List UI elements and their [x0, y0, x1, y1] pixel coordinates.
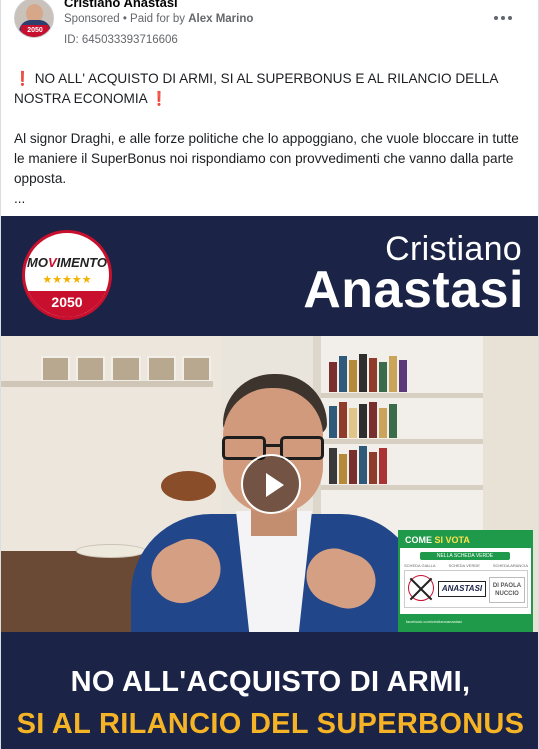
slogan-line-1: NO ALL'ACQUISTO DI ARMI,: [70, 666, 471, 698]
more-horizontal-icon[interactable]: [494, 14, 514, 22]
vote-card-candidate-2: DI PAOLA NUCCIO: [489, 577, 525, 603]
vote-card-candidate: ANASTASI: [438, 581, 486, 597]
exclamation-icon: ❗: [14, 71, 31, 86]
how-to-vote-card: COME SI VOTA NELLA SCHEDA VERDE SCHEDA G…: [398, 530, 533, 632]
crossed-logo-icon: [408, 575, 434, 601]
logo-stars-icon: ★★★★★: [42, 274, 92, 286]
ad-card: 2050 Cristiano Anastasi Sponsored • Paid…: [0, 0, 539, 749]
body-paragraph: Al signor Draghi, e alle forze politiche…: [14, 131, 519, 186]
post-text: ❗ NO ALL' ACQUISTO DI ARMI, SI AL SUPERB…: [14, 69, 520, 209]
headline-paragraph: ❗ NO ALL' ACQUISTO DI ARMI, SI AL SUPERB…: [14, 69, 520, 109]
page-name[interactable]: Cristiano Anastasi: [64, 0, 178, 10]
plate: [76, 544, 146, 558]
dried-plant: [161, 471, 216, 501]
ad-media[interactable]: MOVIMENTO ★★★★★ 2050 Cristiano Anastasi: [1, 216, 538, 749]
paid-for-prefix: Paid for by: [130, 13, 189, 25]
vote-card-subtitle: NELLA SCHEDA VERDE: [420, 552, 510, 560]
exclamation-icon: ❗: [150, 91, 168, 106]
sponsored-line: Sponsored • Paid for by Alex Marino: [64, 13, 253, 25]
paid-for-name: Alex Marino: [188, 13, 254, 25]
vote-card-labels: SCHEDA GIALLA SCHEDA VERDE SCHEDA ARANCIA: [404, 563, 528, 568]
avatar[interactable]: 2050: [14, 0, 54, 38]
sponsored-label: Sponsored: [64, 13, 120, 25]
logo-year: 2050: [25, 291, 109, 317]
ad-id: ID: 645033393716606: [64, 34, 178, 46]
avatar-badge: 2050: [21, 25, 49, 37]
slogan-line-2: SI AL RILANCIO DEL SUPERBONUS: [16, 708, 525, 740]
vote-card-footer: facebook.com/cristianoanastasi: [400, 614, 531, 630]
movimento-logo: MOVIMENTO ★★★★★ 2050: [22, 230, 112, 320]
photo-frames: [41, 356, 212, 382]
headline-text: NO ALL' ACQUISTO DI ARMI, SI AL SUPERBON…: [14, 71, 498, 106]
candidate-last-name: Anastasi: [303, 261, 524, 319]
see-more-ellipsis[interactable]: ...: [14, 189, 520, 209]
play-icon[interactable]: [241, 454, 301, 514]
slogan-banner: NO ALL'ACQUISTO DI ARMI, SI AL RILANCIO …: [1, 632, 538, 749]
separator: •: [119, 13, 131, 25]
vote-card-header: COME SI VOTA: [400, 532, 531, 548]
logo-brand: MOVIMENTO: [27, 255, 107, 270]
wall-shelf: [1, 381, 213, 387]
media-header: MOVIMENTO ★★★★★ 2050 Cristiano Anastasi: [1, 216, 538, 336]
vote-card-ballot: ANASTASI DI PAOLA NUCCIO: [404, 570, 528, 608]
